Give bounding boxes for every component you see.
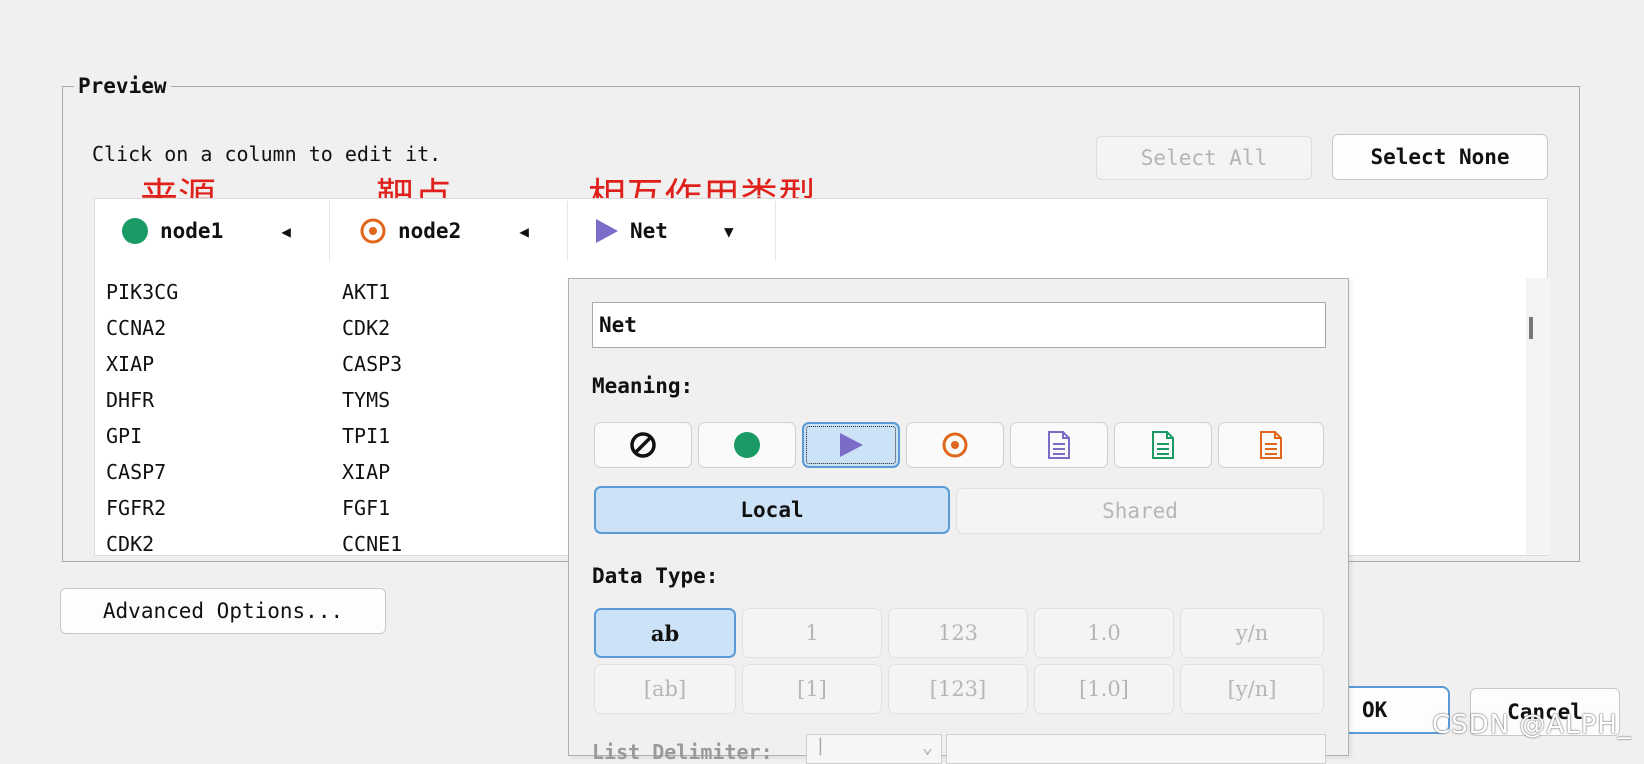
data-type-boolean-button[interactable]: y/n: [1180, 608, 1324, 658]
table-cell: PIK3CG: [106, 280, 179, 304]
chevron-down-icon[interactable]: ▼: [724, 222, 734, 241]
watermark-text: CSDN @ALPH_: [1432, 710, 1632, 740]
orange-target-icon: [360, 218, 386, 244]
column-header-label: Net: [630, 219, 668, 243]
target-attribute-doc-icon: [1260, 431, 1282, 459]
column-header-node2[interactable]: node2 ◀: [332, 201, 568, 261]
scope-shared-button[interactable]: Shared: [956, 488, 1324, 534]
meaning-none-button[interactable]: [594, 422, 692, 468]
data-type-long-list-button[interactable]: [123]: [888, 664, 1028, 714]
table-cell: TYMS: [342, 388, 391, 412]
list-delimiter-other-input[interactable]: [946, 734, 1326, 764]
select-none-button[interactable]: Select None: [1332, 134, 1548, 180]
column-node1-values: PIK3CG CCNA2 XIAP DHFR GPI CASP7 FGFR2 C…: [106, 274, 178, 562]
data-type-float-list-button[interactable]: [1.0]: [1034, 664, 1174, 714]
hint-text: Click on a column to edit it.: [92, 142, 442, 166]
table-cell: DHFR: [106, 388, 155, 412]
scope-local-button[interactable]: Local: [594, 486, 950, 534]
column-header-node1[interactable]: node1 ◀: [98, 201, 330, 261]
data-type-string-list-button[interactable]: [ab]: [594, 664, 736, 714]
preview-title: Preview: [74, 74, 171, 98]
table-cell: CASP7: [106, 460, 167, 484]
meaning-attribute-button[interactable]: [1010, 422, 1108, 468]
source-node-icon: [734, 432, 760, 458]
table-cell: TPI1: [342, 424, 391, 448]
purple-triangle-icon: [596, 219, 618, 243]
select-all-button[interactable]: Select All: [1096, 136, 1312, 180]
data-type-integer-list-button[interactable]: [1]: [742, 664, 882, 714]
data-type-float-button[interactable]: 1.0: [1034, 608, 1174, 658]
edge-attribute-doc-icon: [1152, 431, 1174, 459]
data-type-string-button[interactable]: ab: [594, 608, 736, 658]
list-delimiter-value: |: [815, 735, 826, 756]
column-node2-values: AKT1 CDK2 CASP3 TYMS TPI1 XIAP FGF1 CCNE…: [342, 274, 402, 562]
column-header-label: node2: [398, 219, 462, 243]
table-cell: AKT1: [342, 280, 391, 304]
column-name-input[interactable]: [592, 302, 1326, 348]
table-cell: CDK2: [342, 316, 391, 340]
meaning-interaction-button[interactable]: [802, 422, 900, 468]
scrollbar-thumb[interactable]: [1529, 317, 1533, 339]
data-type-label: Data Type:: [592, 564, 719, 588]
list-delimiter-label: List Delimiter:: [592, 740, 773, 764]
table-cell: CDK2: [106, 532, 155, 556]
table-cell: XIAP: [342, 460, 391, 484]
table-cell: CCNA2: [106, 316, 167, 340]
table-cell: CASP3: [342, 352, 403, 376]
chevron-left-icon[interactable]: ◀: [519, 222, 529, 241]
none-icon: [630, 432, 656, 458]
meaning-target-button[interactable]: [906, 422, 1004, 468]
data-type-boolean-list-button[interactable]: [y/n]: [1180, 664, 1324, 714]
data-type-long-button[interactable]: 123: [888, 608, 1028, 658]
target-node-icon: [942, 432, 968, 458]
meaning-label: Meaning:: [592, 374, 694, 398]
interaction-icon: [840, 433, 863, 457]
chevron-down-icon: ⌄: [922, 737, 933, 758]
green-circle-icon: [122, 218, 148, 244]
meaning-target-attribute-button[interactable]: [1218, 422, 1324, 468]
data-type-integer-button[interactable]: 1: [742, 608, 882, 658]
meaning-source-button[interactable]: [698, 422, 796, 468]
table-cell: GPI: [106, 424, 143, 448]
table-cell: CCNE1: [342, 532, 403, 556]
table-cell: FGF1: [342, 496, 391, 520]
meaning-edge-attribute-button[interactable]: [1114, 422, 1212, 468]
advanced-options-button[interactable]: Advanced Options...: [60, 588, 386, 634]
attribute-doc-icon: [1048, 431, 1070, 459]
column-header-net[interactable]: Net ▼: [568, 201, 776, 261]
list-delimiter-select[interactable]: | ⌄: [806, 734, 942, 764]
chevron-left-icon[interactable]: ◀: [281, 222, 291, 241]
column-header-label: node1: [160, 219, 224, 243]
table-cell: FGFR2: [106, 496, 167, 520]
table-cell: XIAP: [106, 352, 155, 376]
